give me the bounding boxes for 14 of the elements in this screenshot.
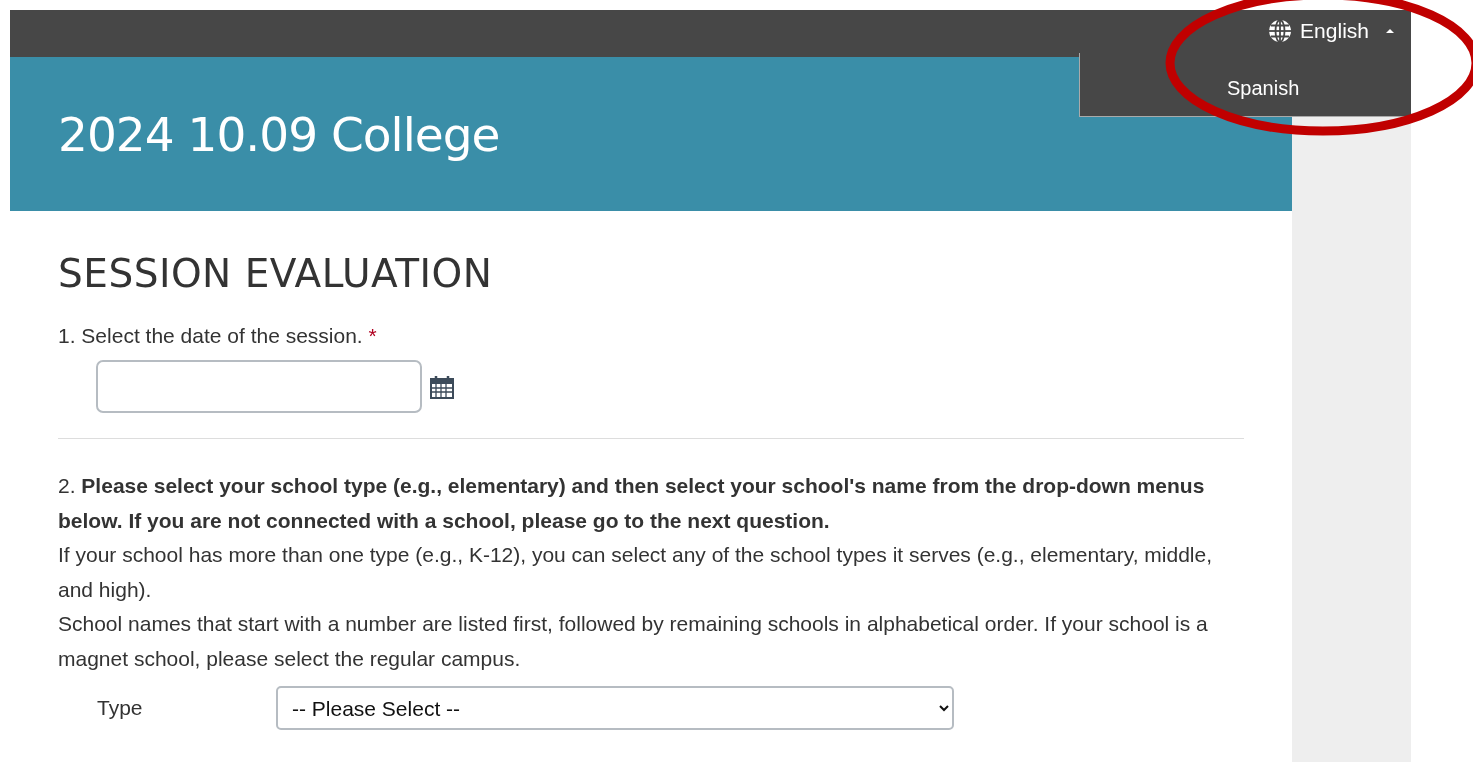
- field-label: Type: [97, 694, 144, 721]
- globe-icon: [1268, 18, 1293, 43]
- required-mark: *: [368, 324, 377, 347]
- date-field[interactable]: [96, 360, 422, 413]
- section-title: SESSION EVALUATION: [58, 251, 494, 296]
- page-title: 2024 10.09 College: [58, 106, 500, 162]
- question-note: If your school has more than one type (e.g., K-12), you can select any of the school types it serves (e.g., elementary, middle, and high).: [58, 542, 1214, 603]
- language-dropdown[interactable]: English: [1268, 18, 1395, 43]
- question-label: 1. Select the date of the session. *: [58, 324, 378, 348]
- question-note: School names that start with a number are listed first, followed by remaining schools in alphabetical order. If your school is a magnet school, please select the regular campus.: [58, 611, 1209, 672]
- question-prompt: 2. Please select your school type (e.g., elementary) and then select your school's name from the drop-down menus below. If you are not connected with a school, please go to the next question.: [58, 473, 1206, 534]
- language-option[interactable]: Spanish: [1227, 77, 1300, 100]
- select-field[interactable]: -- Please Select --: [276, 686, 954, 730]
- calendar-icon[interactable]: [430, 374, 454, 399]
